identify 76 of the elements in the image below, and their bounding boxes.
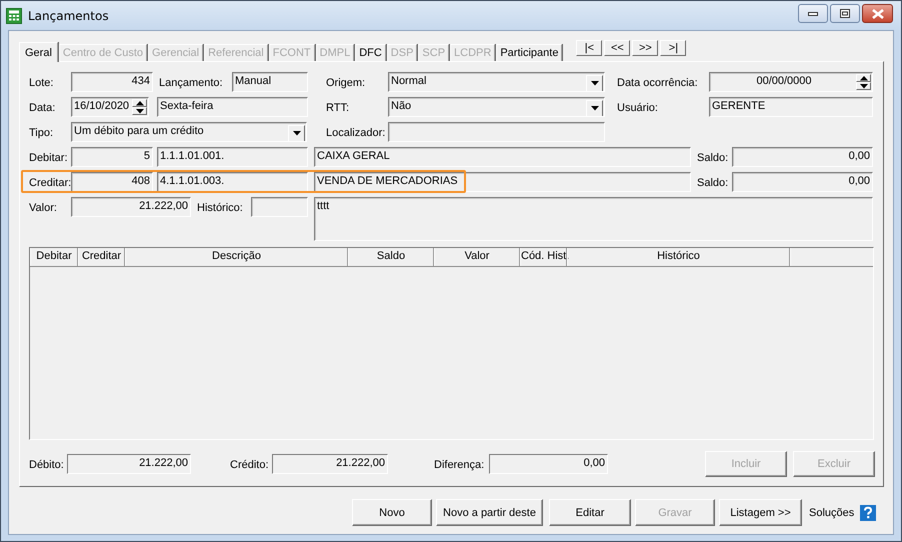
date-field[interactable]: 16/10/2020 [71,97,149,117]
total-label: Diferença: [434,458,486,473]
spin-down-icon [136,108,144,114]
text-field[interactable]: 5 [71,147,153,167]
spin-up-icon [136,100,144,106]
date-field[interactable]: 00/00/0000 [709,72,873,92]
help-icon [860,504,876,520]
field-label: Localizador: [326,126,386,141]
text-field[interactable]: 0,00 [732,172,873,192]
dropdown-field[interactable]: Normal [388,72,605,92]
field-label: RTT: [326,101,350,116]
field-label: Histórico: [197,201,244,216]
window-title: Lançamentos [28,8,109,22]
minimize-icon [808,12,818,16]
text-field[interactable]: VENDA DE MERCADORIAS [314,172,691,192]
field-label: Origem: [326,76,366,91]
text-field[interactable] [251,197,308,217]
calculator-icon [6,8,22,24]
navigation-button[interactable]: |< [576,40,602,56]
total-field: 21.222,00 [67,454,191,474]
dropdown-arrow-icon [590,81,598,86]
column-header[interactable]: Cód. Hist. [520,248,567,266]
text-field[interactable]: 434 [71,72,153,92]
text-field[interactable] [388,122,605,142]
memo-field[interactable]: tttt [314,197,873,241]
tab[interactable]: DFC [355,44,386,61]
text-field[interactable]: 1.1.1.01.001. [157,147,308,167]
text-field[interactable]: Sexta-feira [157,97,308,117]
footer-button[interactable]: Listagem >> [719,499,802,526]
field-label: Saldo: [697,176,730,191]
text-field[interactable]: 21.222,00 [71,197,191,217]
column-header[interactable]: Saldo [348,248,434,266]
field-label: Lançamento: [159,76,224,91]
minimize-button[interactable] [798,4,828,23]
spin-down-icon [860,84,868,88]
navigation-button[interactable]: << [604,40,630,56]
text-field[interactable]: 0,00 [732,147,873,167]
maximize-icon [840,9,850,18]
field-label: Lote: [29,76,54,91]
text-field[interactable]: 408 [71,172,153,192]
text-field[interactable]: GERENTE [709,97,873,117]
text-field[interactable]: 4.1.1.01.003. [157,172,308,192]
dropdown-field[interactable]: Não [388,97,605,117]
close-button[interactable] [862,4,893,23]
dropdown-field[interactable]: Um débito para um crédito [71,122,307,142]
column-header[interactable]: Histórico [567,248,790,266]
field-label: Valor: [29,201,58,216]
field-label: Usuário: [617,101,659,116]
tab[interactable]: Geral [19,42,58,62]
field-label: Debitar: [29,151,69,166]
field-label: Saldo: [697,151,730,166]
column-header[interactable]: Creditar [78,248,125,266]
total-field: 0,00 [489,454,608,474]
navigation-button[interactable]: >| [660,40,686,56]
total-label: Crédito: [230,458,270,473]
footer-button[interactable]: Novo a partir deste [436,499,543,526]
field-label: Data ocorrência: [617,76,699,91]
footer-button[interactable]: Editar [549,499,631,526]
total-field: 21.222,00 [272,454,388,474]
maximize-button[interactable] [830,4,860,23]
column-header[interactable]: Descrição [125,248,348,266]
dropdown-arrow-icon [292,131,300,136]
text-field[interactable]: CAIXA GERAL [314,147,691,167]
tab[interactable]: Participante [496,44,562,61]
field-label: Creditar: [29,176,69,191]
text-field[interactable]: Manual [232,72,308,92]
column-header[interactable]: Debitar [30,248,78,266]
navigation-button[interactable]: >> [632,40,658,56]
total-label: Débito: [29,458,65,473]
close-icon [870,8,884,18]
footer-button[interactable]: Novo [352,499,432,526]
field-label: Data: [29,101,56,116]
column-header[interactable]: Valor [434,248,520,266]
field-label: Tipo: [29,126,54,141]
dropdown-arrow-icon [590,106,598,111]
spin-up-icon [860,76,868,80]
